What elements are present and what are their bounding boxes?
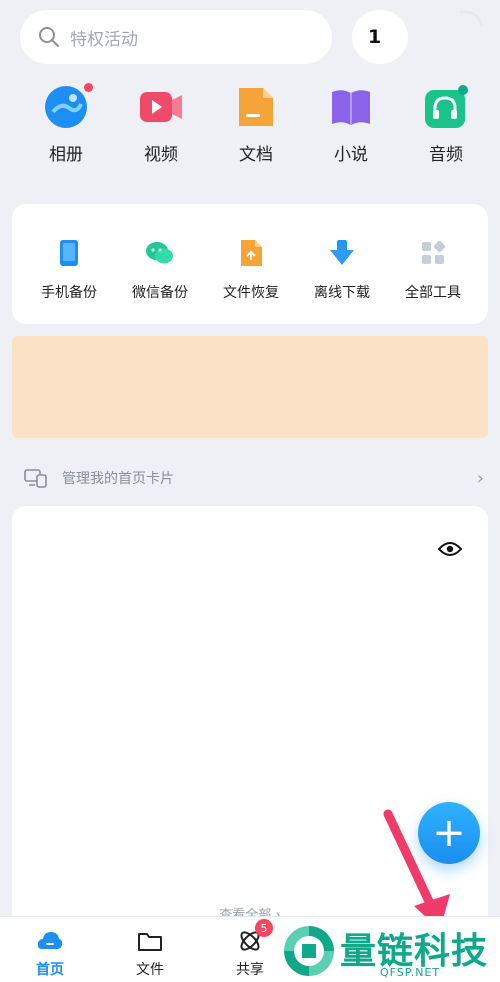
tab-home[interactable]: 首页 — [20, 929, 80, 979]
document-icon — [233, 84, 279, 130]
chevron-right-icon: › — [476, 467, 484, 489]
tab-label: 首页 — [36, 962, 64, 978]
watermark-logo-icon — [284, 926, 334, 976]
tool-label: 微信备份 — [132, 285, 188, 301]
tools-card: 手机备份 微信备份 文件恢复 离线下载 全部工具 — [12, 204, 488, 324]
novel-book-icon — [328, 84, 374, 130]
photo-album-icon — [43, 83, 93, 130]
watermark-sub: QFSP.NET — [380, 966, 441, 979]
tool-all-tools[interactable]: 全部工具 — [392, 238, 474, 324]
quick-item-label: 视频 — [144, 145, 178, 165]
tool-label: 离线下载 — [314, 285, 370, 301]
promo-banner[interactable] — [12, 336, 488, 438]
quick-item-label: 小说 — [334, 145, 368, 165]
tab-files[interactable]: 文件 — [120, 929, 180, 979]
quick-item-label: 相册 — [49, 145, 83, 165]
video-icon — [138, 84, 184, 130]
quick-item-album[interactable]: 相册 — [36, 83, 96, 174]
quick-item-video[interactable]: 视频 — [131, 84, 191, 174]
quick-item-document[interactable]: 文档 — [226, 84, 286, 174]
offline-download-icon — [330, 240, 354, 265]
quick-item-audio[interactable]: 音频 — [416, 84, 476, 174]
search-placeholder: 特权活动 — [70, 29, 138, 50]
eye-icon[interactable] — [438, 540, 462, 558]
quick-item-label: 音频 — [429, 145, 463, 165]
tool-phone-backup[interactable]: 手机备份 — [28, 238, 110, 324]
decorative-corner-icon — [459, 10, 484, 27]
tool-label: 手机备份 — [41, 285, 97, 301]
tool-label: 全部工具 — [405, 285, 461, 301]
tab-label: 共享 — [236, 962, 264, 978]
phone-backup-icon — [60, 240, 78, 266]
audio-headphones-icon — [423, 84, 469, 130]
tool-wechat-backup[interactable]: 微信备份 — [119, 238, 201, 324]
share-atom-icon: 5 — [237, 919, 273, 953]
search-bar[interactable]: 特权活动 — [20, 10, 332, 64]
folder-icon — [138, 933, 162, 951]
file-recovery-icon — [241, 240, 262, 266]
notification-dot — [84, 83, 93, 92]
quick-category-row: 相册 视频 文档 小说 音频 — [0, 83, 500, 174]
all-tools-icon — [422, 240, 446, 264]
watermark: 量链科技 QFSP.NET — [276, 922, 500, 982]
tab-share[interactable]: 5 共享 — [220, 919, 280, 979]
manage-homepage-cards[interactable]: 管理我的首页卡片 › — [24, 460, 484, 496]
avatar[interactable]: 1 — [352, 10, 408, 64]
tab-label: 文件 — [136, 962, 164, 978]
quick-item-label: 文档 — [239, 145, 273, 165]
share-badge: 5 — [255, 919, 273, 937]
tool-offline-download[interactable]: 离线下载 — [301, 238, 383, 324]
tool-label: 文件恢复 — [223, 285, 279, 301]
home-cloud-icon — [37, 932, 63, 949]
manage-label: 管理我的首页卡片 — [62, 471, 174, 487]
search-icon — [39, 27, 59, 47]
wechat-backup-icon — [146, 242, 173, 264]
devices-icon — [24, 469, 47, 488]
quick-item-novel[interactable]: 小说 — [321, 84, 381, 174]
tool-file-recovery[interactable]: 文件恢复 — [210, 238, 292, 324]
